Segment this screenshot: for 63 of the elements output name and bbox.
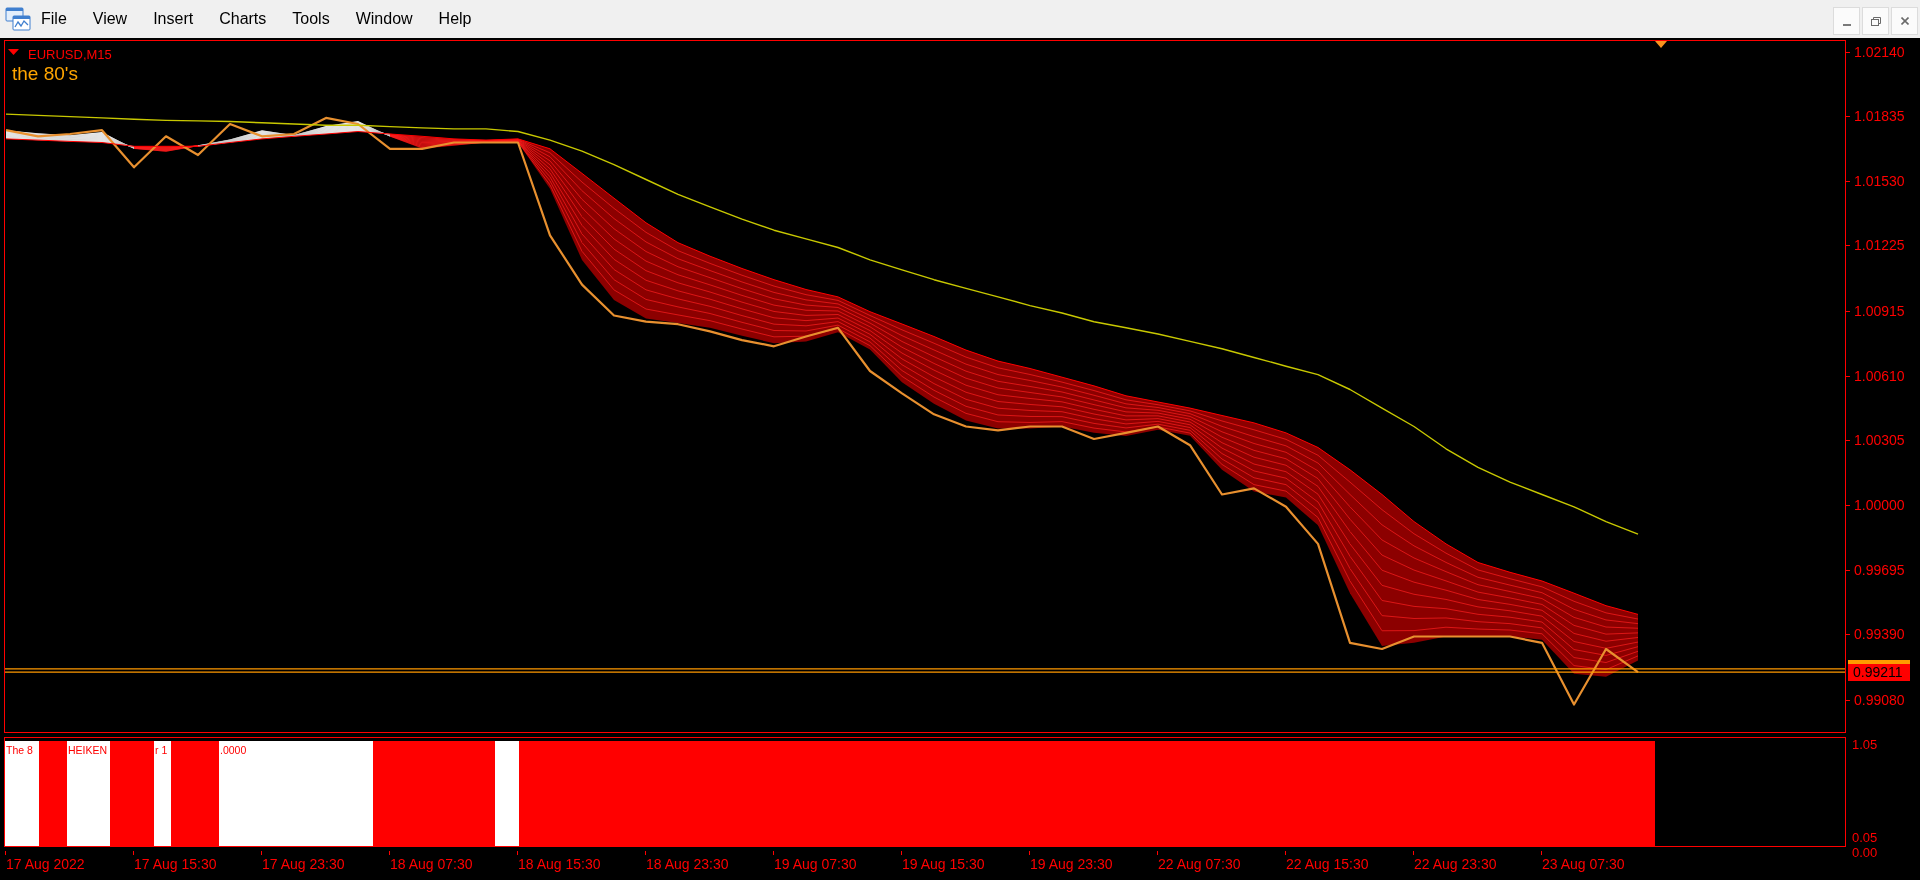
- y-axis-label: 0.00: [1852, 845, 1878, 860]
- y-axis-label: 1.00610: [1854, 367, 1905, 384]
- y-axis-label: 1.01225: [1854, 237, 1905, 254]
- time-axis-label: 19 Aug 23:30: [1030, 856, 1113, 872]
- menu-item[interactable]: Tools: [279, 5, 343, 33]
- triangle-icon: [1655, 41, 1667, 48]
- time-axis-label: 22 Aug 07:30: [1158, 856, 1241, 872]
- axis-tick: [133, 851, 134, 855]
- axis-tick: [5, 851, 6, 855]
- y-axis-label: 0.99390: [1854, 626, 1905, 643]
- y-axis-label: 1.02140: [1854, 43, 1905, 60]
- axis-tick: [1541, 851, 1542, 855]
- y-axis-label: 1.01835: [1854, 108, 1905, 125]
- axis-tick: [1029, 851, 1030, 855]
- time-axis-label: 18 Aug 07:30: [390, 856, 473, 872]
- axis-tick: [901, 851, 902, 855]
- menu-item[interactable]: Window: [342, 5, 426, 33]
- axis-tick: [1157, 851, 1158, 855]
- axis-tick: [261, 851, 262, 855]
- time-axis-label: 19 Aug 07:30: [774, 856, 857, 872]
- restore-icon: [1870, 16, 1881, 26]
- axis-tick: [773, 851, 774, 855]
- indicator-label: .0000: [220, 744, 247, 756]
- time-axis-label: 22 Aug 23:30: [1414, 856, 1497, 872]
- y-axis-label: 1.00000: [1854, 496, 1905, 513]
- time-axis-label: 22 Aug 15:30: [1286, 856, 1369, 872]
- axis-tick: [517, 851, 518, 855]
- time-axis-label: 17 Aug 15:30: [134, 856, 217, 872]
- y-axis-label: 0.99080: [1854, 691, 1905, 708]
- price-tag: [1848, 660, 1910, 664]
- close-button[interactable]: [1891, 7, 1918, 35]
- indicator-label: r 1: [155, 744, 168, 756]
- axis-tick: [1285, 851, 1286, 855]
- restore-button[interactable]: [1862, 7, 1889, 35]
- time-axis-label: 17 Aug 2022: [6, 856, 85, 872]
- y-axis-label: 0.05: [1852, 830, 1878, 845]
- menu-item[interactable]: View: [79, 5, 141, 33]
- app-icon: [5, 7, 31, 31]
- close-icon: [1900, 17, 1909, 25]
- y-axis-label: 1.05: [1852, 737, 1878, 752]
- symbol-label: EURUSD,M15: [28, 47, 112, 62]
- time-axis-label: 19 Aug 15:30: [902, 856, 985, 872]
- indicator-title: the 80's: [12, 63, 78, 85]
- axis-tick: [389, 851, 390, 855]
- y-axis-label: 0.99695: [1854, 561, 1905, 578]
- minimize-button[interactable]: [1833, 7, 1860, 35]
- time-axis-label: 18 Aug 23:30: [646, 856, 729, 872]
- triangle-icon: [8, 49, 19, 55]
- y-axis-label: 1.00305: [1854, 432, 1905, 449]
- menu-item[interactable]: File: [28, 5, 80, 33]
- time-axis-label: 18 Aug 15:30: [518, 856, 601, 872]
- menu-item[interactable]: Charts: [206, 5, 280, 33]
- axis-tick: [645, 851, 646, 855]
- menu-item[interactable]: Help: [425, 5, 485, 33]
- indicator-label: The 8: [6, 744, 33, 756]
- menu-item[interactable]: Insert: [140, 5, 207, 33]
- time-axis-label: 23 Aug 07:30: [1542, 856, 1625, 872]
- y-axis-label: 1.01530: [1854, 172, 1905, 189]
- indicator-label: HEIKEN: [68, 744, 108, 756]
- minimize-icon: [1842, 24, 1851, 26]
- axis-tick: [1413, 851, 1414, 855]
- time-axis-label: 17 Aug 23:30: [262, 856, 345, 872]
- y-axis-label: 1.00915: [1854, 303, 1905, 320]
